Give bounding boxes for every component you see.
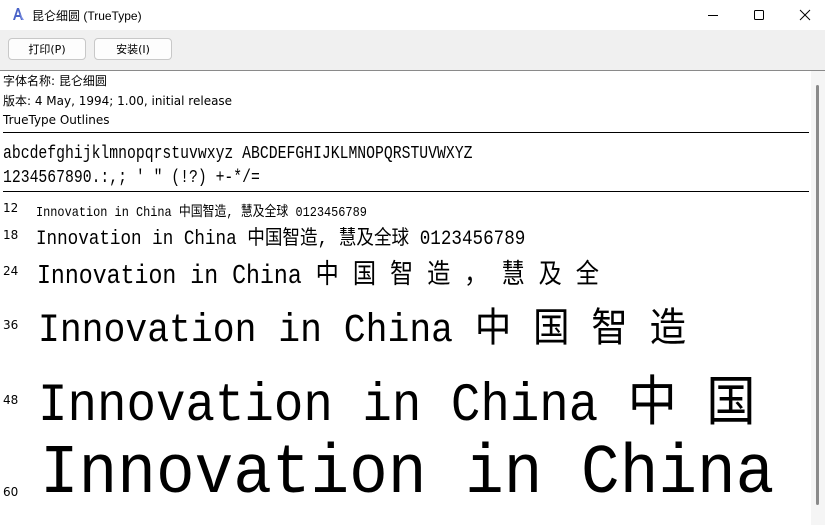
- maximize-icon: [754, 10, 764, 20]
- close-button[interactable]: [782, 0, 825, 30]
- maximize-button[interactable]: [736, 0, 782, 30]
- sample-text-24: Innovation in China 中 国 智 造 ， 慧 及 全: [37, 262, 599, 292]
- size-label-12: 12: [3, 201, 19, 215]
- separator-bottom: [3, 191, 809, 192]
- toolbar: 打印(P) 安装(I): [0, 30, 825, 71]
- title-bar[interactable]: 昆仑细圆 (TrueType): [0, 0, 825, 30]
- vertical-scrollbar[interactable]: [811, 71, 825, 525]
- sample-text-18: Innovation in China 中国智造, 慧及全球 012345678…: [36, 228, 526, 251]
- sample-text-36: Innovation in China 中 国 智 造: [38, 309, 687, 354]
- minimize-button[interactable]: [690, 0, 736, 30]
- font-file-icon: [10, 6, 26, 22]
- scrollbar-thumb[interactable]: [816, 85, 819, 505]
- size-label-24: 24: [3, 264, 19, 278]
- install-button[interactable]: 安装(I): [94, 38, 172, 60]
- separator-top: [3, 132, 809, 133]
- sample-text-12: Innovation in China 中国智造, 慧及全球 012345678…: [36, 205, 367, 221]
- print-button[interactable]: 打印(P): [8, 38, 86, 60]
- close-icon: [799, 9, 811, 21]
- font-preview-area[interactable]: 字体名称: 昆仑细圆 版本: 4 May, 1994; 1.00, initia…: [0, 71, 811, 525]
- size-label-60: 60: [3, 485, 19, 499]
- sample-text-48: Innovation in China 中 国: [38, 376, 756, 437]
- font-name-label: 字体名称: 昆仑细圆: [3, 74, 107, 88]
- size-label-36: 36: [3, 318, 19, 332]
- font-version-label: 版本: 4 May, 1994; 1.00, initial release: [3, 94, 233, 108]
- sample-text-60: Innovation in China: [40, 435, 775, 514]
- minimize-icon: [708, 15, 718, 16]
- charset-digits-symbols: 1234567890.:,; ' " (!?) +-*/=: [3, 168, 260, 188]
- size-label-18: 18: [3, 228, 19, 242]
- size-label-48: 48: [3, 393, 19, 407]
- charset-letters: abcdefghijklmnopqrstuvwxyz ABCDEFGHIJKLM…: [3, 144, 473, 164]
- font-outline-type: TrueType Outlines: [3, 113, 110, 127]
- window-title: 昆仑细圆 (TrueType): [32, 9, 142, 23]
- font-viewer-window: 昆仑细圆 (TrueType) 打印(P) 安装(I) 字体名称: 昆仑细圆 版…: [0, 0, 825, 525]
